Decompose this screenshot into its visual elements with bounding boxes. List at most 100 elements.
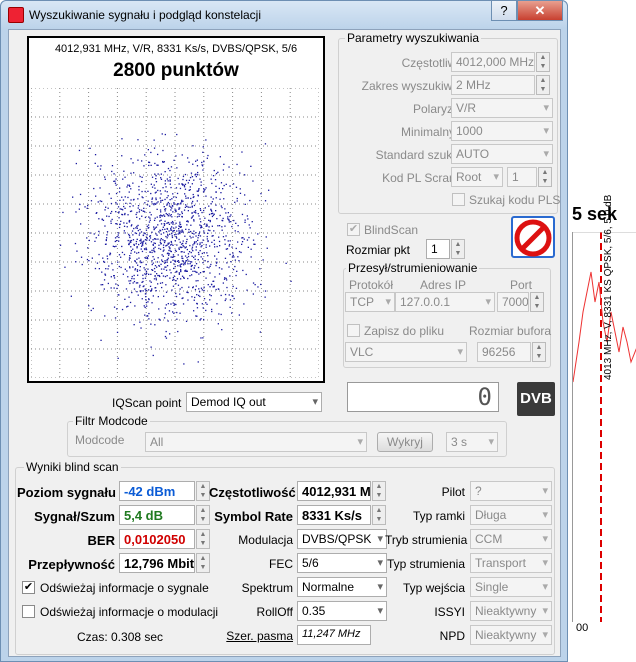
constellation-point <box>101 200 103 203</box>
pl-value-input[interactable]: 1 <box>507 167 537 187</box>
constellation-point <box>100 165 102 167</box>
rolloff-select[interactable]: 0.35 <box>297 601 387 621</box>
range-input[interactable]: 2 MHz <box>451 75 535 95</box>
constellation-point <box>133 278 135 280</box>
modcode-select[interactable]: All <box>145 432 367 452</box>
constellation-point <box>168 242 170 244</box>
refresh-modulation-checkbox[interactable] <box>22 605 35 618</box>
modcode-detect-button[interactable]: Wykryj <box>377 432 433 452</box>
pl-mode-select[interactable]: Root <box>451 167 503 187</box>
stream-type-select[interactable]: Transport <box>470 553 552 573</box>
protocol-select[interactable]: TCP <box>345 292 395 312</box>
constellation-point <box>185 270 187 272</box>
buffer-size-input[interactable]: 96256 <box>477 342 531 362</box>
constellation-point <box>202 191 205 193</box>
constellation-point <box>188 228 190 231</box>
constellation-point <box>204 260 206 262</box>
frequency-input[interactable]: 4012,000 MHz <box>451 52 535 72</box>
constellation-point <box>187 299 189 301</box>
point-size-input[interactable]: 1 <box>426 239 450 259</box>
constellation-point <box>179 241 181 243</box>
close-button[interactable]: ✕ <box>517 1 563 21</box>
constellation-point <box>239 188 241 190</box>
polarization-select[interactable]: V/R <box>451 98 553 118</box>
constellation-point <box>185 246 187 248</box>
constellation-point <box>250 256 252 258</box>
constellation-point <box>189 186 191 188</box>
constellation-point <box>117 261 119 263</box>
port-spinner[interactable]: ▲ ▼ <box>530 292 544 312</box>
constellation-point <box>252 180 254 182</box>
constellation-point <box>135 213 137 216</box>
modulation-select[interactable]: DVBS/QPSK <box>297 529 387 549</box>
constellation-point <box>97 201 99 203</box>
constellation-point <box>162 246 165 249</box>
standard-select[interactable]: AUTO <box>451 144 553 164</box>
iqscan-select[interactable]: Demod IQ out <box>186 392 322 412</box>
fec-select[interactable]: 5/6 <box>297 553 387 573</box>
stop-scan-button[interactable] <box>511 216 555 258</box>
constellation-point <box>225 183 227 185</box>
constellation-point <box>199 224 201 226</box>
range-spinner[interactable]: ▲ ▼ <box>536 75 550 95</box>
buffer-spinner[interactable]: ▲ ▼ <box>532 342 546 362</box>
constellation-point <box>266 247 268 249</box>
save-to-file-checkbox[interactable] <box>347 324 360 337</box>
constellation-point <box>208 219 210 221</box>
min-sr-select[interactable]: 1000 <box>451 121 553 141</box>
constellation-point <box>133 280 136 283</box>
issyi-select[interactable]: Nieaktywny <box>470 601 552 621</box>
constellation-point <box>167 252 169 254</box>
constellation-point <box>203 230 205 232</box>
signal-level-spinner[interactable]: ▲ ▼ <box>196 481 210 501</box>
result-frequency-spinner[interactable]: ▲ ▼ <box>372 481 386 501</box>
constellation-point <box>147 200 149 202</box>
constellation-point <box>151 263 153 266</box>
constellation-point <box>114 317 117 319</box>
help-button[interactable]: ? <box>491 1 517 21</box>
constellation-point <box>142 241 144 243</box>
stream-mode-select[interactable]: CCM <box>470 529 552 549</box>
constellation-point <box>193 196 195 198</box>
player-select[interactable]: VLC <box>345 342 467 362</box>
constellation-point <box>235 287 238 289</box>
npd-select[interactable]: Nieaktywny <box>470 625 552 645</box>
bitrate-spinner[interactable]: ▲ ▼ <box>196 553 210 573</box>
constellation-point <box>161 254 163 256</box>
modcode-time-select[interactable]: 3 s <box>446 432 498 452</box>
constellation-point <box>175 222 177 224</box>
spectrum-select[interactable]: Normalne <box>297 577 387 597</box>
constellation-point <box>164 208 166 210</box>
pl-spinner[interactable]: ▲ ▼ <box>538 167 552 187</box>
constellation-point <box>232 183 235 185</box>
snr-spinner[interactable]: ▲ ▼ <box>196 505 210 525</box>
input-type-select[interactable]: Single <box>470 577 552 597</box>
pls-search-checkbox[interactable] <box>452 193 465 206</box>
dialog-body: 4012,931 MHz, V/R, 8331 Ks/s, DVBS/QPSK,… <box>8 29 561 657</box>
blindscan-checkbox[interactable]: ✔ <box>347 223 360 236</box>
pilot-select[interactable]: ? <box>470 481 552 501</box>
ber-label: BER <box>87 533 115 548</box>
constellation-point <box>169 269 171 271</box>
frequency-spinner[interactable]: ▲ ▼ <box>536 52 550 72</box>
symbol-rate-spinner[interactable]: ▲ ▼ <box>372 505 386 525</box>
constellation-point <box>173 263 175 265</box>
ip-select[interactable]: 127.0.0.1 <box>395 292 495 312</box>
point-size-spinner[interactable]: ▲ ▼ <box>451 239 465 259</box>
refresh-signal-checkbox[interactable]: ✔ <box>22 581 35 594</box>
constellation-point <box>186 205 188 207</box>
ber-spinner[interactable]: ▲ ▼ <box>196 529 210 549</box>
title-bar[interactable]: Wyszukiwanie sygnału i podgląd konstelac… <box>1 1 567 29</box>
constellation-point <box>161 282 164 284</box>
constellation-point <box>144 239 147 241</box>
constellation-point <box>170 272 172 274</box>
constellation-point <box>114 180 116 182</box>
constellation-point <box>181 246 183 248</box>
constellation-point <box>162 250 164 252</box>
port-input[interactable]: 7000 <box>497 292 529 312</box>
issyi-label: ISSYI <box>434 605 465 619</box>
frame-type-select[interactable]: Długa <box>470 505 552 525</box>
constellation-point <box>141 298 143 300</box>
constellation-point <box>137 198 139 200</box>
constellation-point <box>211 241 213 243</box>
